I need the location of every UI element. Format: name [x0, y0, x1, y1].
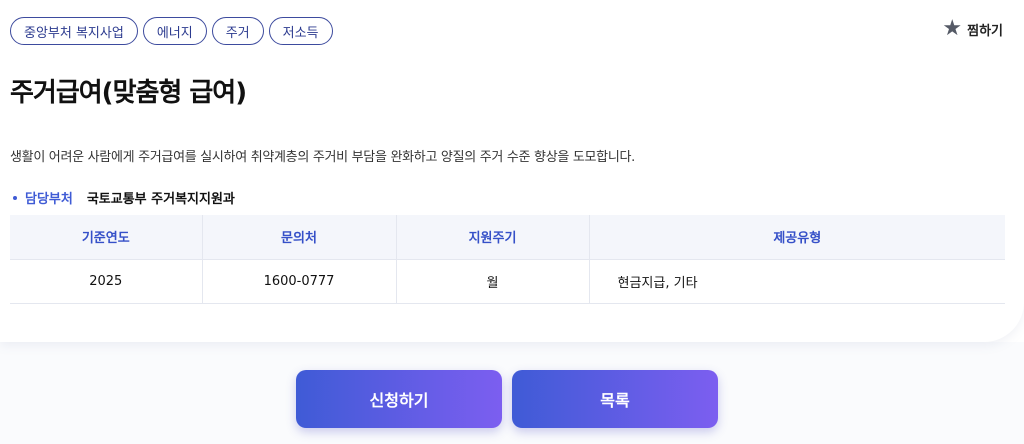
- tag-list: 중앙부처 복지사업 에너지 주거 저소득: [10, 17, 333, 45]
- favorite-button[interactable]: ★ 찜하기: [942, 18, 1003, 40]
- tag-low-income[interactable]: 저소득: [268, 17, 333, 45]
- cell-contact: 1600-0777: [202, 258, 397, 304]
- service-detail-card: 중앙부처 복지사업 에너지 주거 저소득 ★ 찜하기 주거급여(맞춤형 급여) …: [0, 0, 1024, 342]
- header-base-year: 기준연도: [10, 215, 203, 259]
- header-support-cycle: 지원주기: [396, 215, 590, 259]
- favorite-label: 찜하기: [967, 23, 1003, 39]
- department-value: 국토교통부 주거복지지원과: [86, 192, 235, 207]
- bullet-icon: [13, 195, 17, 200]
- department-info: 담당부처 국토교통부 주거복지지원과: [10, 188, 235, 207]
- list-button[interactable]: 목록: [512, 370, 718, 428]
- table-row: 2025 1600-0777 월 현금지급, 기타: [10, 258, 1005, 304]
- cell-support-cycle: 월: [396, 258, 590, 304]
- tag-energy[interactable]: 에너지: [142, 17, 207, 45]
- table-header-row: 기준연도 문의처 지원주기 제공유형: [10, 215, 1005, 259]
- apply-button[interactable]: 신청하기: [296, 370, 502, 428]
- cell-provision-type: 현금지급, 기타: [589, 258, 1005, 304]
- page-title: 주거급여(맞춤형 급여): [10, 78, 247, 108]
- star-icon: ★: [942, 16, 963, 41]
- info-table: 기준연도 문의처 지원주기 제공유형 2025 1600-0777 월 현금지급…: [10, 215, 1005, 304]
- cell-base-year: 2025: [10, 258, 203, 304]
- service-description: 생활이 어려운 사람에게 주거급여를 실시하여 취약계층의 주거비 부담을 완화…: [10, 150, 635, 165]
- tag-housing[interactable]: 주거: [211, 17, 264, 45]
- department-label: 담당부처: [25, 192, 73, 207]
- header-contact: 문의처: [202, 215, 397, 259]
- header-provision-type: 제공유형: [589, 215, 1005, 259]
- tag-central-welfare[interactable]: 중앙부처 복지사업: [10, 17, 138, 45]
